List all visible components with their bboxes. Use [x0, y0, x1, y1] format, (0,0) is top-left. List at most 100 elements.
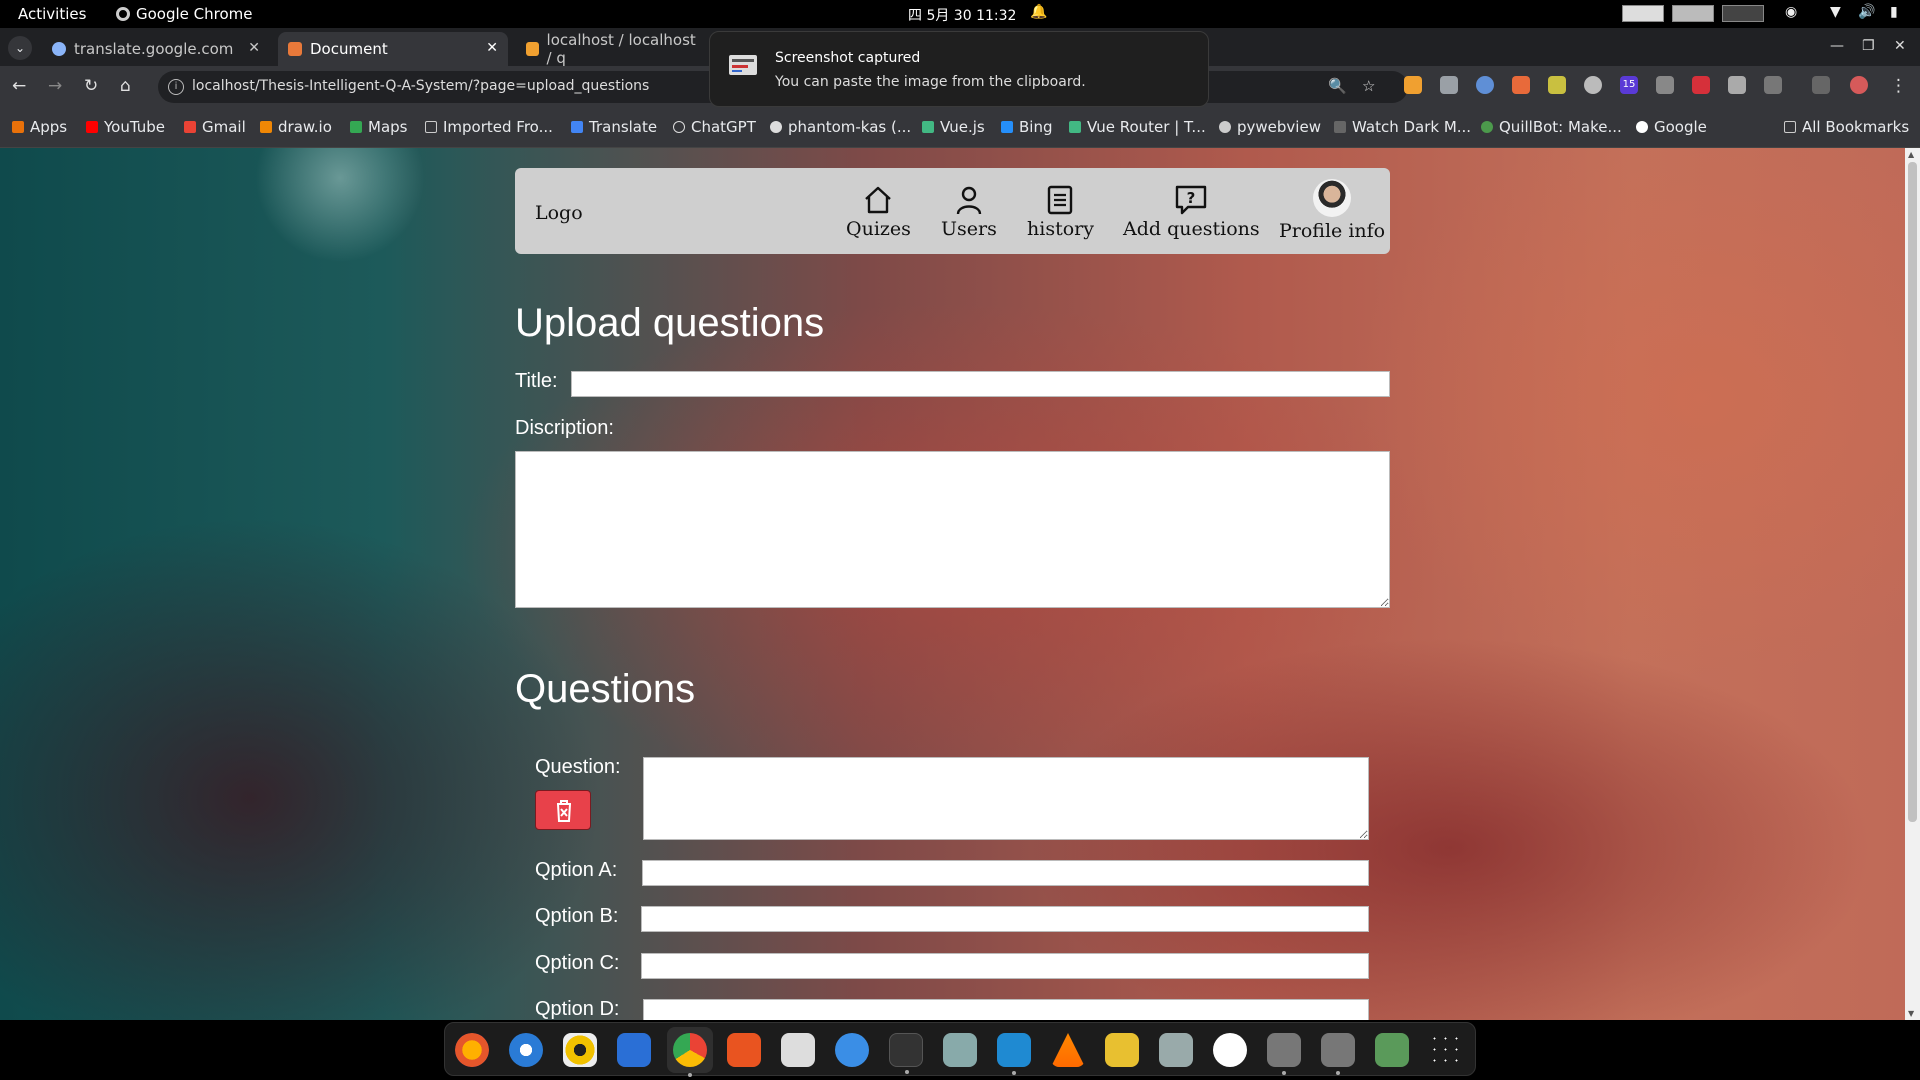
- nav-profile-info[interactable]: Profile info: [1279, 179, 1385, 242]
- tab-translate[interactable]: translate.google.com ✕: [42, 32, 270, 66]
- minimize-icon[interactable]: —: [1830, 38, 1844, 54]
- home-icon[interactable]: ⌂: [120, 76, 131, 96]
- bookmark-maps[interactable]: Maps: [350, 118, 407, 136]
- vlc-icon[interactable]: [1051, 1033, 1085, 1067]
- close-icon[interactable]: ✕: [486, 40, 498, 56]
- screenshot-notification[interactable]: Screenshot captured You can paste the im…: [709, 31, 1209, 107]
- software-updater-icon[interactable]: [1213, 1033, 1247, 1067]
- bookmark-star-icon[interactable]: ☆: [1362, 77, 1375, 95]
- nav-quizes[interactable]: Quizes: [846, 184, 911, 240]
- clock[interactable]: 四 5月 30 11:32: [908, 5, 1016, 25]
- option-d-input[interactable]: [643, 999, 1369, 1020]
- nav-users[interactable]: Users: [941, 184, 997, 240]
- thunderbird-icon[interactable]: [509, 1033, 543, 1067]
- activities-button[interactable]: Activities: [18, 5, 86, 23]
- calculator-icon[interactable]: [1105, 1033, 1139, 1067]
- all-bookmarks[interactable]: All Bookmarks: [1784, 118, 1909, 136]
- extension-circle-icon[interactable]: [1476, 76, 1494, 94]
- extension-bolt-icon[interactable]: [1656, 76, 1674, 94]
- extension-v-icon[interactable]: [1440, 76, 1458, 94]
- extension-gear-icon[interactable]: [1584, 76, 1602, 94]
- github-icon: [770, 121, 782, 133]
- help-icon[interactable]: [835, 1033, 869, 1067]
- bookmark-dark[interactable]: Watch Dark M...: [1334, 118, 1471, 136]
- rhythmbox-icon[interactable]: [563, 1033, 597, 1067]
- option-c-input[interactable]: [641, 953, 1369, 979]
- tab-phpmyadmin[interactable]: localhost / localhost / q: [516, 31, 712, 67]
- zoom-icon[interactable]: 🔍: [1328, 77, 1347, 95]
- bell-icon[interactable]: 🔔: [1030, 4, 1047, 20]
- chrome-dock-item[interactable]: [667, 1027, 713, 1077]
- bookmark-youtube[interactable]: YouTube: [86, 118, 165, 136]
- bookmark-translate[interactable]: Translate: [571, 118, 657, 136]
- workspace-2[interactable]: [1672, 5, 1714, 22]
- extension-badge[interactable]: 15: [1620, 76, 1638, 94]
- nav-label: Users: [941, 218, 997, 240]
- nav-label: Add questions: [1123, 218, 1260, 240]
- extension-red-icon[interactable]: [1692, 76, 1710, 94]
- back-icon[interactable]: ←: [12, 76, 26, 96]
- bookmark-chatgpt[interactable]: ChatGPT: [673, 118, 756, 136]
- volume-icon[interactable]: 🔊: [1858, 4, 1875, 20]
- extension-link-icon[interactable]: [1728, 76, 1746, 94]
- workspace-3[interactable]: [1722, 5, 1764, 22]
- bookmark-github[interactable]: phantom-kas (...: [770, 118, 911, 136]
- nav-history[interactable]: history: [1027, 184, 1094, 240]
- bookmark-quillbot[interactable]: QuillBot: Make...: [1481, 118, 1622, 136]
- chrome-tray-icon[interactable]: ◉: [1785, 4, 1797, 20]
- installer-icon[interactable]: [781, 1033, 815, 1067]
- vue-icon: [922, 121, 934, 133]
- trash-bin-icon[interactable]: [1375, 1033, 1409, 1067]
- terminal-icon[interactable]: [889, 1033, 923, 1074]
- delete-question-button[interactable]: [535, 790, 591, 830]
- nav-add-questions[interactable]: ? Add questions: [1123, 184, 1260, 240]
- disk-icon-2[interactable]: [1321, 1033, 1355, 1075]
- option-a-input[interactable]: [642, 860, 1369, 886]
- workspace-1[interactable]: [1622, 5, 1664, 22]
- profile-icon[interactable]: [1850, 76, 1868, 94]
- menu-kebab-icon[interactable]: ⋮: [1890, 76, 1907, 96]
- forward-icon[interactable]: →: [48, 76, 62, 96]
- page-scrollbar[interactable]: ▲ ▼: [1905, 148, 1920, 1020]
- battery-icon[interactable]: ▮: [1890, 4, 1898, 20]
- scrollbar-thumb[interactable]: [1908, 162, 1917, 822]
- download-icon[interactable]: [1812, 76, 1830, 94]
- tab-document[interactable]: Document ✕: [278, 32, 508, 66]
- firefox-icon[interactable]: [455, 1033, 489, 1067]
- extension-pen-icon[interactable]: [1404, 76, 1422, 94]
- settings-icon[interactable]: [943, 1033, 977, 1067]
- bookmark-bing[interactable]: Bing: [1001, 118, 1053, 136]
- show-apps-grid-icon[interactable]: [1429, 1033, 1463, 1067]
- app-center-icon[interactable]: [727, 1033, 761, 1067]
- bookmark-google[interactable]: Google: [1636, 118, 1707, 136]
- close-window-icon[interactable]: ✕: [1894, 38, 1906, 54]
- restore-icon[interactable]: ❐: [1862, 38, 1875, 54]
- vscode-icon[interactable]: [997, 1033, 1031, 1075]
- extension-check-icon[interactable]: [1548, 76, 1566, 94]
- bookmark-vue-router[interactable]: Vue Router | T...: [1069, 118, 1206, 136]
- title-input[interactable]: [571, 371, 1390, 397]
- app-menu[interactable]: Google Chrome: [116, 5, 253, 23]
- disk-icon[interactable]: [1267, 1033, 1301, 1075]
- writer-icon[interactable]: [617, 1033, 651, 1067]
- close-icon[interactable]: ✕: [248, 40, 260, 56]
- question-textarea[interactable]: [643, 757, 1369, 840]
- bookmark-imported[interactable]: Imported Fro...: [425, 118, 553, 136]
- extension-orange-icon[interactable]: [1512, 76, 1530, 94]
- scroll-up-icon[interactable]: ▲: [1908, 150, 1914, 159]
- description-textarea[interactable]: [515, 451, 1390, 608]
- site-logo[interactable]: Logo: [535, 202, 583, 224]
- bookmark-apps[interactable]: Apps: [12, 118, 67, 136]
- bookmark-pywebview[interactable]: pywebview: [1219, 118, 1321, 136]
- site-info-icon[interactable]: i: [168, 79, 184, 95]
- files-icon[interactable]: [1159, 1033, 1193, 1067]
- reload-icon[interactable]: ↻: [84, 76, 98, 96]
- option-b-input[interactable]: [641, 906, 1369, 932]
- wifi-icon[interactable]: ▼: [1830, 4, 1841, 20]
- bookmark-gmail[interactable]: Gmail: [184, 118, 246, 136]
- bookmark-vuejs[interactable]: Vue.js: [922, 118, 985, 136]
- scroll-down-icon[interactable]: ▼: [1908, 1009, 1914, 1018]
- extensions-puzzle-icon[interactable]: [1764, 76, 1782, 94]
- bookmark-drawio[interactable]: draw.io: [260, 118, 332, 136]
- tab-search-button[interactable]: ⌄: [8, 36, 32, 60]
